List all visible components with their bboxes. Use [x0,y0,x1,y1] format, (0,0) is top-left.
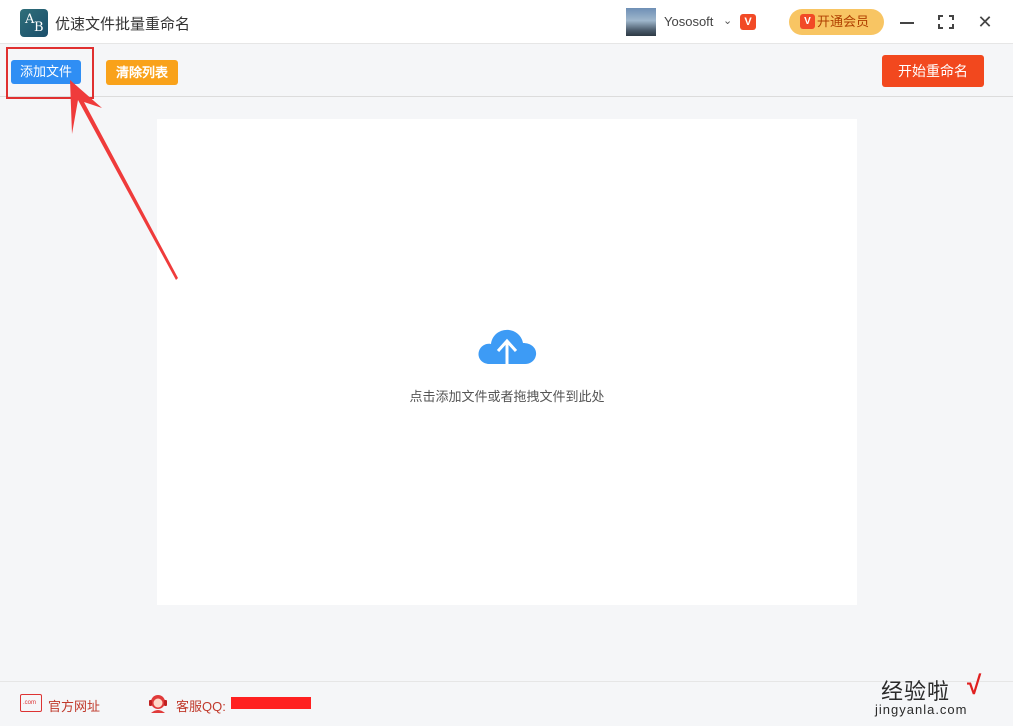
title-bar: A B 优速文件批量重命名 Yososoft ⌄ V V 开通会员 ✕ [0,0,1013,44]
drop-hint-text: 点击添加文件或者拖拽文件到此处 [409,389,605,404]
app-logo-icon: A B [20,9,48,37]
user-avatar[interactable] [626,8,656,36]
open-membership-button[interactable]: V 开通会员 [789,9,884,35]
official-website-link[interactable]: 官方网址 [48,696,100,715]
website-icon: .com [20,694,42,712]
clear-list-button[interactable]: 清除列表 [106,60,178,85]
start-rename-button[interactable]: 开始重命名 [882,55,984,87]
redacted-qq-number [231,697,311,709]
logo-letter-a: A [25,12,35,27]
watermark: 经验啦 √ jingyanla.com [873,670,1008,724]
chevron-down-icon[interactable]: ⌄ [723,14,732,27]
minimize-icon[interactable] [895,10,919,34]
support-qq-label: 客服QQ: [176,699,226,714]
close-icon[interactable]: ✕ [973,10,997,34]
footer: .com 官方网址 客服QQ: [0,681,1013,726]
cloud-upload-icon [478,329,537,374]
maximize-icon[interactable] [934,10,958,34]
username[interactable]: Yososoft [664,14,713,29]
open-membership-label: 开通会员 [817,14,870,29]
toolbar: 添加文件 清除列表 开始重命名 [0,45,1013,99]
website-icon-text: .com [23,700,37,706]
add-files-button[interactable]: 添加文件 [11,60,81,84]
customer-service-icon [149,695,167,713]
app-title: 优速文件批量重命名 [55,16,191,33]
file-drop-zone[interactable]: 点击添加文件或者拖拽文件到此处 [157,119,857,605]
watermark-url: jingyanla.com [875,702,968,717]
vip-badge-icon: V [740,14,756,30]
logo-letter-b: B [34,20,44,35]
vip-icon: V [800,14,815,29]
check-mark-icon: √ [967,670,982,700]
